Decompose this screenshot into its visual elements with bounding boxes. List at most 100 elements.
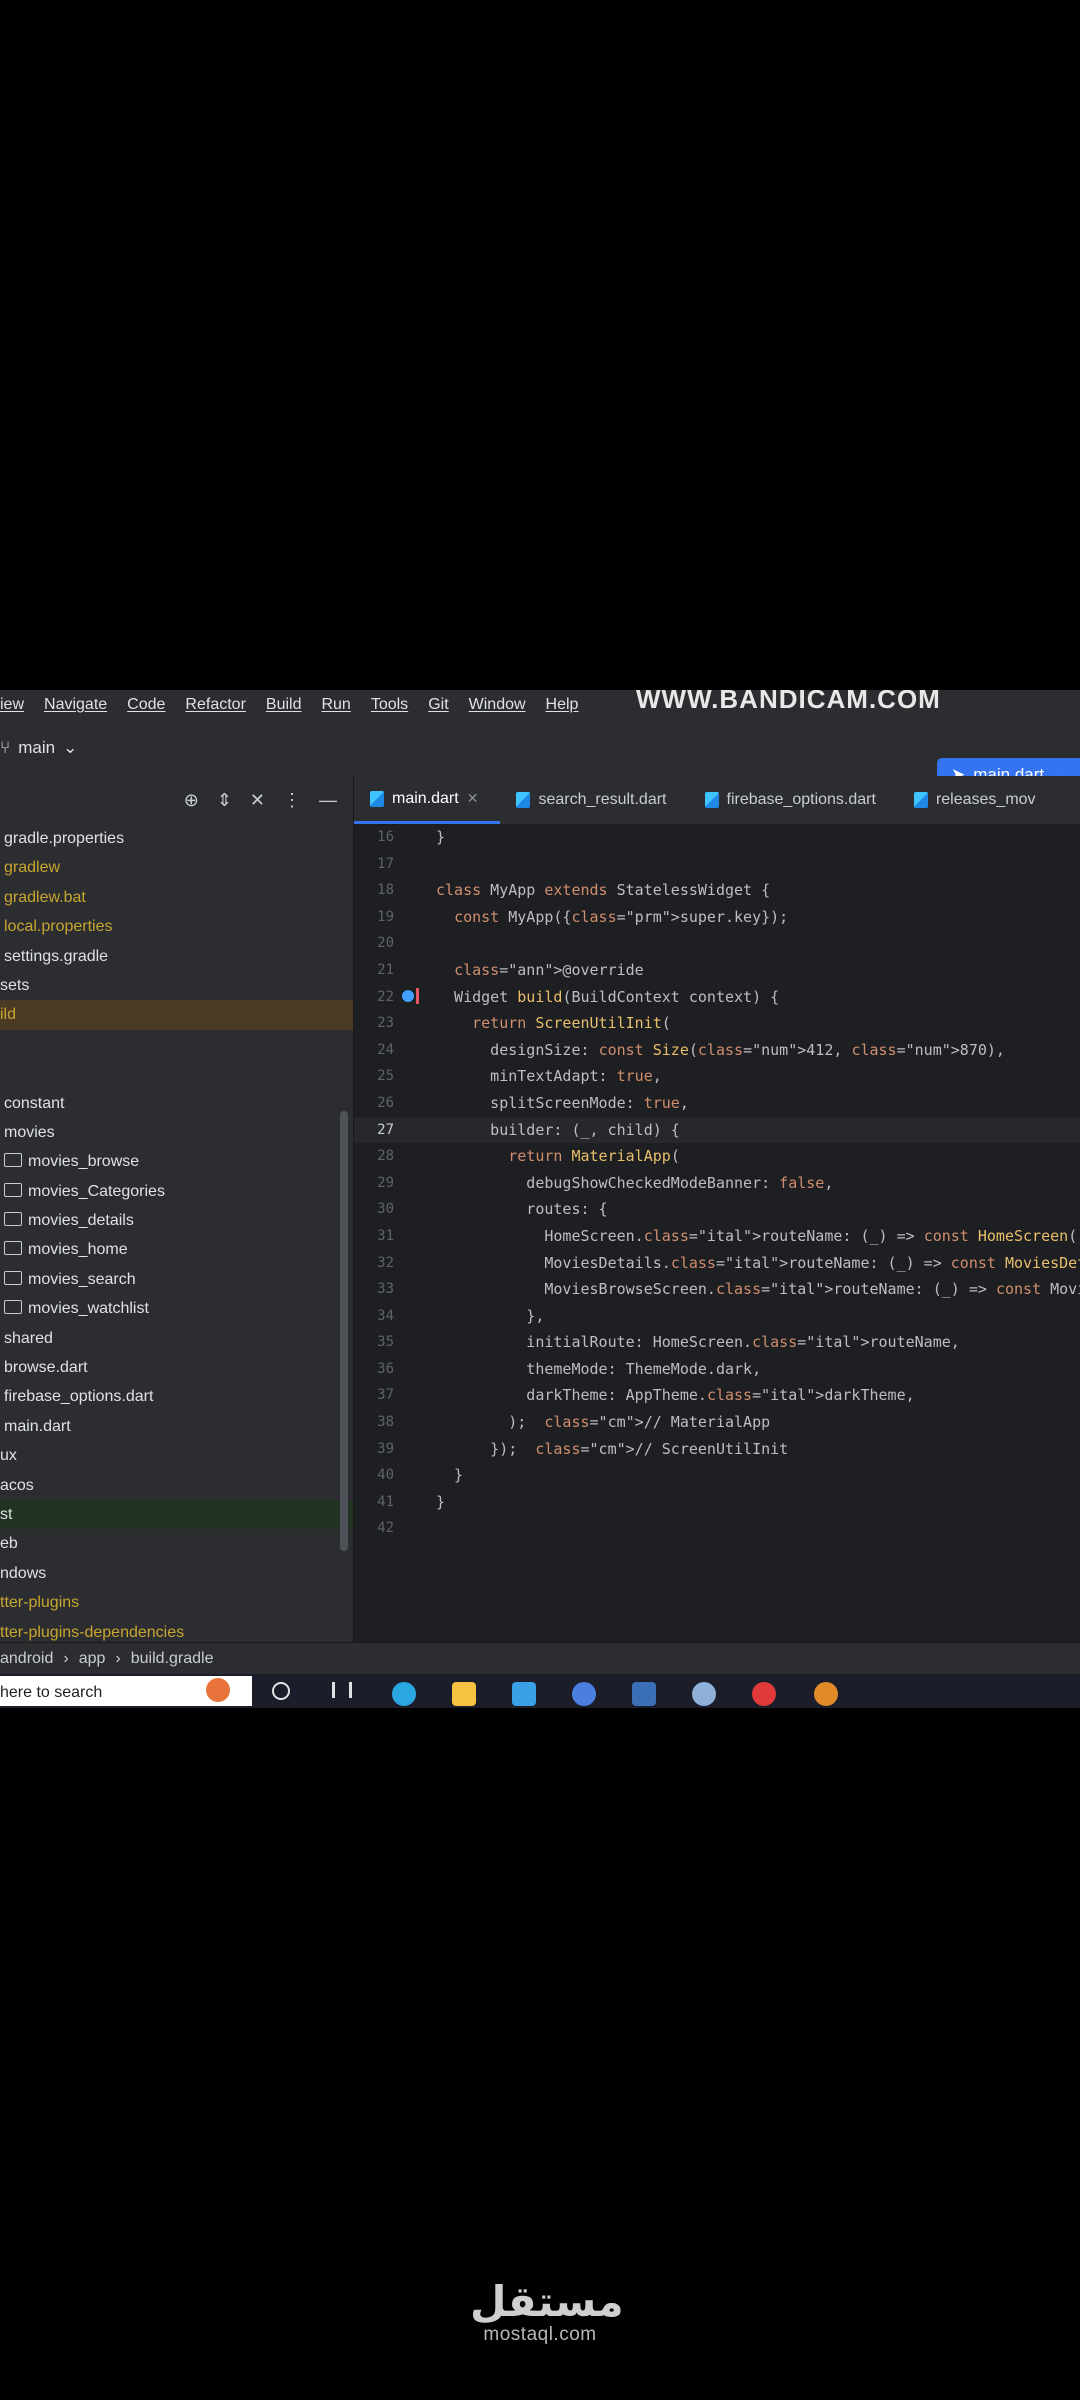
code-line[interactable]: 22 Widget build(BuildContext context) { <box>354 984 1080 1011</box>
menu-item-tools[interactable]: Tools <box>371 696 408 714</box>
breadcrumb-item[interactable]: build.gradle <box>131 1650 214 1668</box>
code-line[interactable]: 33 MoviesBrowseScreen.class="ital">route… <box>354 1276 1080 1303</box>
code-line[interactable]: 18 class MyApp extends StatelessWidget { <box>354 877 1080 904</box>
code-line[interactable]: 35 initialRoute: HomeScreen.class="ital"… <box>354 1329 1080 1356</box>
menu-item-git[interactable]: Git <box>428 696 448 714</box>
code-line[interactable]: 42 <box>354 1515 1080 1542</box>
bandicam-watermark: WWW.BANDICAM.COM <box>636 690 941 714</box>
code-line[interactable]: 38 ); class="cm">// MaterialApp <box>354 1409 1080 1436</box>
tree-item[interactable]: constant <box>0 1089 353 1118</box>
cortana-icon[interactable] <box>206 1678 230 1702</box>
tree-item[interactable]: sets <box>0 971 353 1000</box>
tree-item[interactable]: settings.gradle <box>0 942 353 971</box>
tab-releases-mov[interactable]: releases_mov <box>898 776 1058 824</box>
menu-item-refactor[interactable]: Refactor <box>185 696 245 714</box>
tree-item[interactable] <box>0 1030 353 1059</box>
edge-icon[interactable] <box>392 1682 416 1706</box>
code-area[interactable]: 16} 17 18 class MyApp extends StatelessWidg… <box>354 824 1080 1542</box>
expand-collapse-icon[interactable]: ⇕ <box>217 790 232 811</box>
tree-item-label: local.properties <box>4 918 113 936</box>
code-line[interactable]: 31 HomeScreen.class="ital">routeName: (_… <box>354 1223 1080 1250</box>
breadcrumb-item[interactable]: android <box>0 1650 53 1668</box>
code-line[interactable]: 17 <box>354 851 1080 878</box>
store-icon[interactable] <box>512 1682 536 1706</box>
line-number: 27 <box>377 1121 394 1138</box>
code-line[interactable]: 34 }, <box>354 1303 1080 1330</box>
chrome-icon[interactable] <box>572 1682 596 1706</box>
code-line[interactable]: 27 builder: (_, child) { <box>354 1116 1080 1144</box>
menu-item-navigate[interactable]: Navigate <box>44 696 107 714</box>
line-number: 33 <box>377 1281 394 1298</box>
vscode-icon[interactable] <box>632 1682 656 1706</box>
menu-item-iew[interactable]: iew <box>0 696 24 714</box>
breadcrumb-item[interactable]: app <box>79 1650 106 1668</box>
tree-item[interactable] <box>0 1059 353 1088</box>
code-line[interactable]: 32 MoviesDetails.class="ital">routeName:… <box>354 1250 1080 1277</box>
menu-item-build[interactable]: Build <box>266 696 302 714</box>
code-line[interactable]: 26 splitScreenMode: true, <box>354 1090 1080 1117</box>
close-icon[interactable]: ✕ <box>467 790 479 807</box>
tab-firebase-options-dart[interactable]: firebase_options.dart <box>689 776 898 824</box>
code-line[interactable]: 23 return ScreenUtilInit( <box>354 1010 1080 1037</box>
code-line[interactable]: 28 return MaterialApp( <box>354 1143 1080 1170</box>
search-icon[interactable] <box>272 1682 290 1700</box>
tree-item[interactable]: ild <box>0 1000 353 1030</box>
tree-item[interactable]: main.dart <box>0 1412 353 1441</box>
menu-item-code[interactable]: Code <box>127 696 165 714</box>
code-line[interactable]: 16} <box>354 824 1080 851</box>
task-view-icon[interactable] <box>332 1682 352 1698</box>
code-text: designSize: const Size(class="num">412, … <box>436 1040 1005 1059</box>
code-line[interactable]: 37 darkTheme: AppTheme.class="ital">dark… <box>354 1382 1080 1409</box>
tree-item[interactable]: ndows <box>0 1559 353 1588</box>
close-icon[interactable]: ✕ <box>250 790 265 811</box>
code-line[interactable]: 36 themeMode: ThemeMode.dark, <box>354 1356 1080 1383</box>
tree-item[interactable]: movies_browse <box>0 1147 353 1176</box>
menu-item-run[interactable]: Run <box>321 696 350 714</box>
branch-selector[interactable]: ⑂ main ⌄ <box>0 738 77 758</box>
target-icon[interactable]: ⊕ <box>184 790 199 811</box>
tree-item[interactable]: acos <box>0 1471 353 1500</box>
code-line[interactable]: 40 } <box>354 1462 1080 1489</box>
tree-item[interactable]: gradlew.bat <box>0 883 353 912</box>
tree-item[interactable]: shared <box>0 1324 353 1353</box>
code-line[interactable]: 39 }); class="cm">// ScreenUtilInit <box>354 1436 1080 1463</box>
code-line[interactable]: 41} <box>354 1489 1080 1516</box>
tab-main-dart[interactable]: main.dart ✕ <box>354 776 501 824</box>
code-line[interactable]: 19 const MyApp({class="prm">super.key}); <box>354 904 1080 931</box>
menu-item-window[interactable]: Window <box>469 696 526 714</box>
tree-item[interactable]: movies <box>0 1118 353 1147</box>
tree-item[interactable]: local.properties <box>0 912 353 941</box>
code-line[interactable]: 24 designSize: const Size(class="num">41… <box>354 1037 1080 1064</box>
minimize-icon[interactable]: — <box>319 790 337 811</box>
tree-item[interactable]: st <box>0 1499 353 1530</box>
android-studio-icon[interactable] <box>692 1682 716 1706</box>
breakpoint-marker-icon[interactable] <box>416 987 419 1004</box>
tree-item[interactable]: movies_Categories <box>0 1177 353 1206</box>
tree-item[interactable]: eb <box>0 1529 353 1558</box>
tab-search-result-dart[interactable]: search_result.dart <box>500 776 688 824</box>
file-explorer-icon[interactable] <box>452 1682 476 1706</box>
tree-item[interactable]: gradlew <box>0 853 353 882</box>
code-line[interactable]: 21 class="ann">@override <box>354 957 1080 984</box>
tree-item[interactable]: movies_search <box>0 1265 353 1294</box>
bandicam-icon[interactable] <box>752 1682 776 1706</box>
tree-item[interactable]: tter-plugins <box>0 1588 353 1617</box>
tree-item-label: main.dart <box>4 1417 71 1435</box>
project-scrollbar[interactable] <box>340 1111 348 1551</box>
menu-item-help[interactable]: Help <box>546 696 579 714</box>
tree-item[interactable]: movies_home <box>0 1235 353 1264</box>
tree-item[interactable]: ux <box>0 1441 353 1470</box>
override-gutter-icon[interactable] <box>402 989 414 1002</box>
code-text: return MaterialApp( <box>508 1147 680 1166</box>
code-line[interactable]: 25 minTextAdapt: true, <box>354 1063 1080 1090</box>
tree-item[interactable]: movies_details <box>0 1206 353 1235</box>
code-line[interactable]: 29 debugShowCheckedModeBanner: false, <box>354 1170 1080 1197</box>
tree-item[interactable]: firebase_options.dart <box>0 1382 353 1411</box>
tree-item[interactable]: gradle.properties <box>0 824 353 853</box>
media-player-icon[interactable] <box>814 1682 838 1706</box>
more-icon[interactable]: ⋮ <box>283 790 301 811</box>
code-line[interactable]: 20 <box>354 930 1080 957</box>
tree-item[interactable]: browse.dart <box>0 1353 353 1382</box>
tree-item[interactable]: movies_watchlist <box>0 1294 353 1323</box>
code-line[interactable]: 30 routes: { <box>354 1196 1080 1223</box>
